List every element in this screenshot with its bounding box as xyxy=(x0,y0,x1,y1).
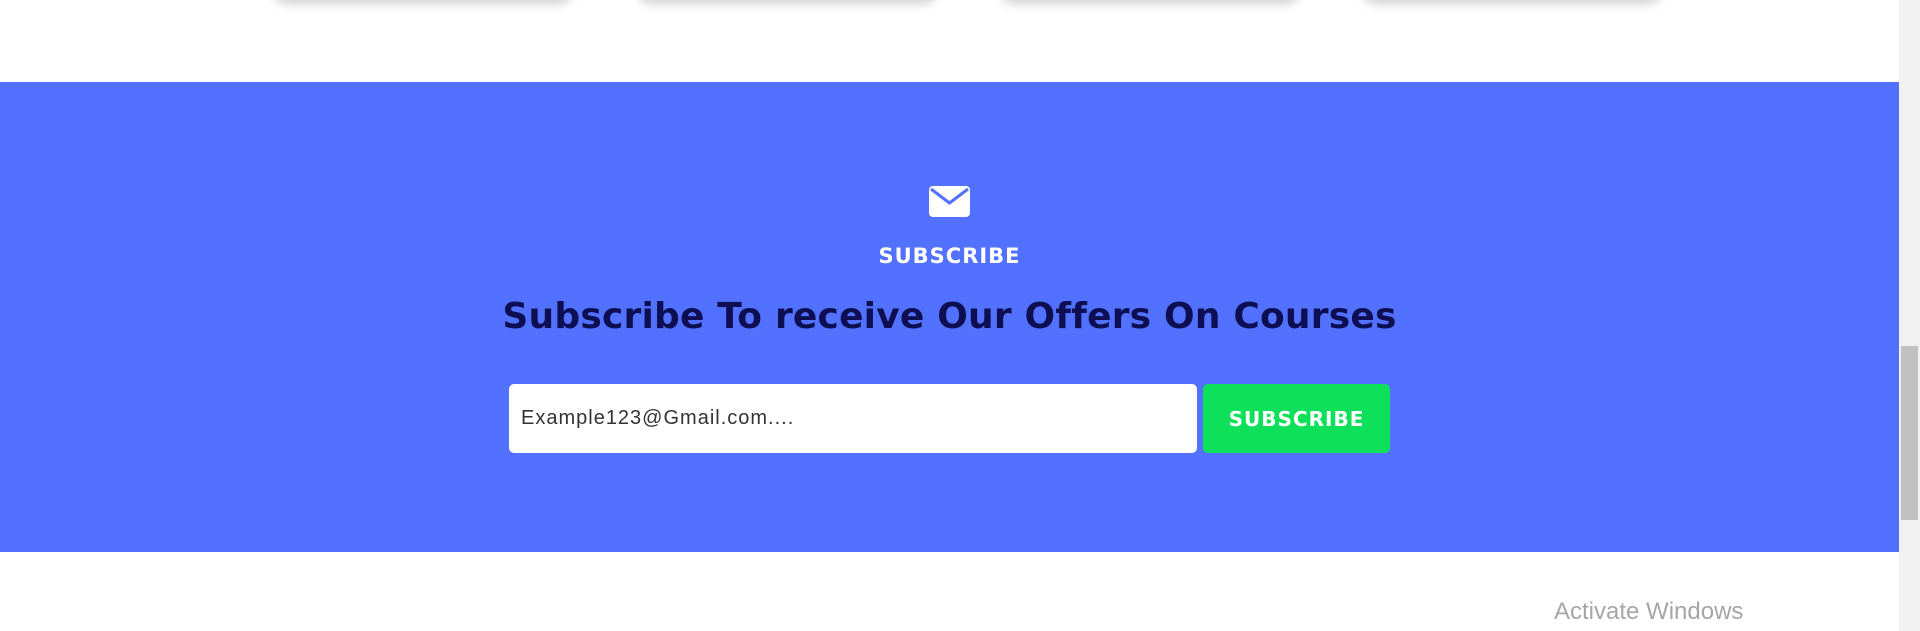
page: SUBSCRIBE Subscribe To receive Our Offer… xyxy=(0,0,1920,631)
subscribe-form: SUBSCRIBE xyxy=(509,384,1390,453)
subscribe-button[interactable]: SUBSCRIBE xyxy=(1203,384,1390,453)
email-input[interactable] xyxy=(509,384,1197,453)
course-cards-strip xyxy=(0,0,1899,40)
subscribe-eyebrow: SUBSCRIBE xyxy=(878,244,1021,268)
scrollbar[interactable] xyxy=(1899,0,1920,631)
subscribe-headline: Subscribe To receive Our Offers On Cours… xyxy=(502,296,1397,337)
activate-windows-watermark: Activate Windows xyxy=(1554,598,1744,625)
subscribe-section: SUBSCRIBE Subscribe To receive Our Offer… xyxy=(0,82,1899,552)
envelope-icon xyxy=(929,186,970,217)
scrollbar-thumb[interactable] xyxy=(1901,346,1918,520)
